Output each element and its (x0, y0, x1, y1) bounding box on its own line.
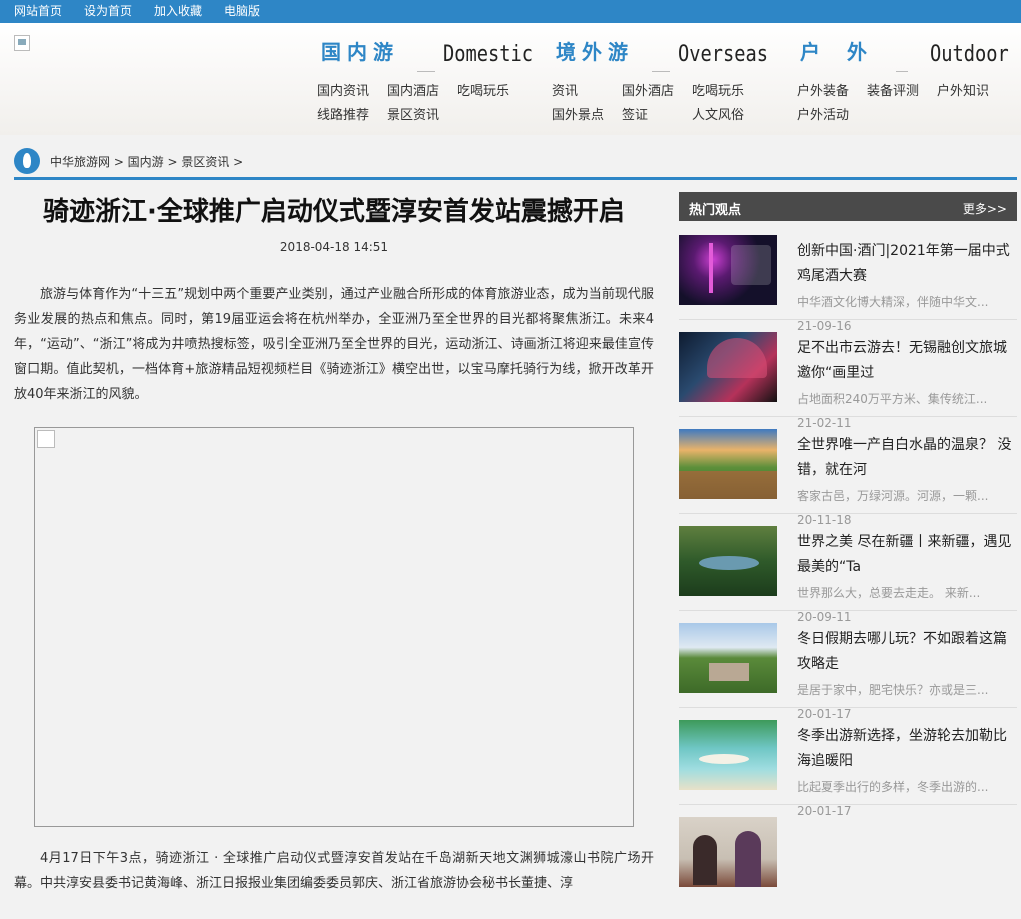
item-title[interactable]: 冬季出游新选择，坐游轮去加勒比海追暖阳 (797, 724, 1015, 774)
breadcrumb-text[interactable]: 中华旅游网 > 国内游 > 景区资讯 > (50, 153, 243, 170)
dome-shape (707, 338, 767, 378)
thumbnail-image[interactable] (679, 429, 777, 499)
nav-domestic-cn[interactable]: 国内游 (321, 39, 399, 65)
thumbnail-image[interactable] (679, 526, 777, 596)
thumbnail-image[interactable] (679, 235, 777, 305)
list-item[interactable]: 世界之美 尽在新疆丨来新疆，遇见最美的“Ta 世界那么大，总要去走走。 来新..… (679, 516, 1017, 628)
item-title[interactable]: 足不出市云游去！无锡融创文旅城邀你“画里过 (797, 336, 1015, 386)
person-shape (735, 831, 761, 887)
sidebar-title: 热门观点 (689, 203, 742, 218)
item-desc: 是居于家中，肥宅快乐？亦或是三... (797, 683, 989, 697)
nav-link-route-recommend[interactable]: 线路推荐 (317, 108, 369, 124)
site-logo-broken-image-icon[interactable] (14, 35, 30, 51)
nav-link-visa[interactable]: 签证 (622, 108, 648, 124)
link-set-homepage[interactable]: 设为首页 (84, 4, 132, 19)
nav-link-overseas-news[interactable]: 资讯 (552, 84, 578, 100)
item-title[interactable]: 冬日假期去哪儿玩？不如跟着这篇攻略走 (797, 627, 1015, 677)
thumbnail-image[interactable] (679, 623, 777, 693)
person-shape (693, 835, 717, 885)
nav-divider (652, 71, 670, 72)
nav-link-overseas-food-fun[interactable]: 吃喝玩乐 (692, 84, 744, 100)
poster-text-block (731, 245, 771, 285)
divider (679, 804, 1017, 805)
divider (679, 416, 1017, 417)
divider (679, 513, 1017, 514)
list-item[interactable]: 冬季出游新选择，坐游轮去加勒比海追暖阳 比起夏季出行的多样，冬季出游的... 2… (679, 710, 1017, 822)
nav-divider (896, 71, 908, 72)
item-desc: 中华酒文化博大精深，伴随中华文... (797, 295, 989, 309)
nav-link-overseas-sights[interactable]: 国外景点 (552, 108, 604, 124)
flame-logo-icon (14, 148, 40, 174)
article-date: 2018-04-18 14:51 (279, 240, 389, 254)
nav-divider (417, 71, 435, 72)
nav-link-outdoor-activities[interactable]: 户外活动 (797, 108, 849, 124)
article-paragraph: 旅游与体育作为“十三五”规划中两个重要产业类别，通过产业融合所形成的体育旅游业态… (14, 287, 654, 402)
building-shape (709, 663, 749, 681)
link-add-favorite[interactable]: 加入收藏 (154, 4, 202, 19)
article-title: 骑迹浙江·全球推广启动仪式暨淳安首发站震撼开启 (43, 197, 625, 227)
list-item[interactable]: 足不出市云游去！无锡融创文旅城邀你“画里过 占地面积240万平方米、集传统江..… (679, 322, 1017, 434)
beach-shape (699, 754, 749, 764)
thumbnail-image[interactable] (679, 720, 777, 790)
nav-link-domestic-news[interactable]: 国内资讯 (317, 84, 369, 100)
river-shape (699, 556, 759, 570)
link-desktop-version[interactable]: 电脑版 (224, 4, 260, 19)
nav-link-overseas-hotels[interactable]: 国外酒店 (622, 84, 674, 100)
nav-outdoor-en[interactable]: Outdoor (930, 41, 1009, 69)
breadcrumb: 中华旅游网 > 国内游 > 景区资讯 > (14, 146, 1017, 180)
roof-shape (679, 471, 777, 499)
nav-link-outdoor-gear[interactable]: 户外装备 (797, 84, 849, 100)
article-paragraph: 4月17日下午3点，骑迹浙江 · 全球推广启动仪式暨淳安首发站在千岛湖新天地文渊… (14, 851, 654, 891)
tower-shape (709, 243, 713, 293)
nav-overseas-en[interactable]: Overseas (678, 41, 768, 69)
item-desc: 占地面积240万平方米、集传统江... (797, 392, 988, 406)
item-title[interactable]: 创新中国·酒门|2021年第一届中式鸡尾酒大赛 (797, 239, 1015, 289)
thumbnail-image[interactable] (679, 817, 777, 887)
link-home[interactable]: 网站首页 (14, 4, 62, 19)
thumbnail-image[interactable] (679, 332, 777, 402)
site-header: 国内游 Domestic 国内资讯 国内酒店 吃喝玩乐 线路推荐 景区资讯 境外… (0, 23, 1021, 135)
nav-link-culture-customs[interactable]: 人文风俗 (692, 108, 744, 124)
item-desc: 世界那么大，总要去走走。 来新... (797, 586, 981, 600)
nav-link-domestic-hotels[interactable]: 国内酒店 (387, 84, 439, 100)
more-link[interactable]: 更多>> (963, 200, 1007, 217)
top-bar: 网站首页 设为首页 加入收藏 电脑版 (0, 0, 1021, 23)
list-item[interactable] (679, 807, 1017, 919)
divider (679, 319, 1017, 320)
item-title[interactable]: 全世界唯一产自白水晶的温泉？ 没错，就在河 (797, 433, 1015, 483)
nav-overseas-cn[interactable]: 境外游 (556, 39, 634, 65)
item-desc: 比起夏季出行的多样，冬季出游的... (797, 780, 989, 794)
item-title[interactable]: 世界之美 尽在新疆丨来新疆，遇见最美的“Ta (797, 530, 1015, 580)
nav-link-outdoor-knowledge[interactable]: 户外知识 (937, 84, 989, 100)
nav-domestic-en[interactable]: Domestic (443, 41, 533, 69)
list-item[interactable]: 冬日假期去哪儿玩？不如跟着这篇攻略走 是居于家中，肥宅快乐？亦或是三... 20… (679, 613, 1017, 725)
list-item[interactable]: 全世界唯一产自白水晶的温泉？ 没错，就在河 客家古邑，万绿河源。河源，一颗...… (679, 419, 1017, 531)
nav-link-scenic-news[interactable]: 景区资讯 (387, 108, 439, 124)
nav-link-domestic-food-fun[interactable]: 吃喝玩乐 (457, 84, 509, 100)
sidebar-header: 热门观点 更多>> (679, 192, 1017, 221)
divider (679, 610, 1017, 611)
nav-outdoor-cn[interactable]: 户 外 (800, 39, 877, 65)
article-image-broken (34, 427, 634, 827)
divider (679, 707, 1017, 708)
nav-link-gear-review[interactable]: 装备评测 (867, 84, 919, 100)
list-item[interactable]: 创新中国·酒门|2021年第一届中式鸡尾酒大赛 中华酒文化博大精深，伴随中华文.… (679, 225, 1017, 337)
item-desc: 客家古邑，万绿河源。河源，一颗... (797, 489, 989, 503)
